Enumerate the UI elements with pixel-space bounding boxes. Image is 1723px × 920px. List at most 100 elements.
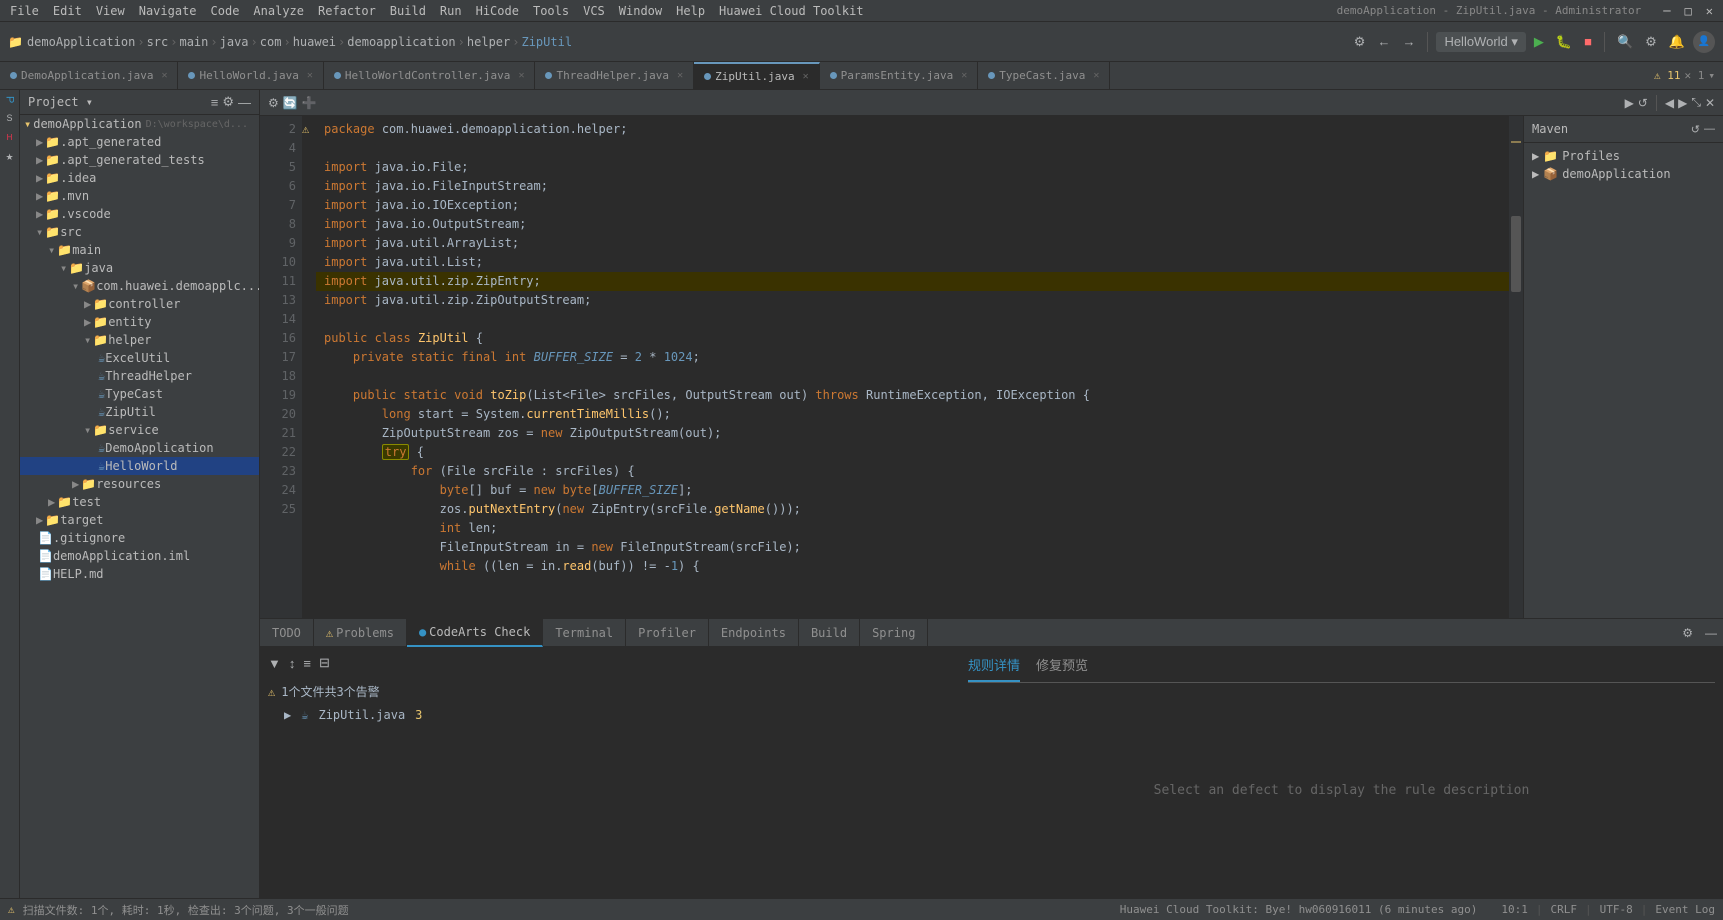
window-minimize[interactable]: ─	[1657, 2, 1676, 20]
menu-item-analyze[interactable]: Analyze	[247, 2, 310, 20]
huawei-icon[interactable]: H	[3, 131, 17, 144]
event-log[interactable]: Event Log	[1655, 903, 1715, 916]
alert-item-ziputil[interactable]: ▶ ☕ ZipUtil.java 3	[268, 704, 951, 726]
editor-toolbar-settings[interactable]: ⚙	[268, 96, 279, 110]
maven-refresh-btn[interactable]: ↺	[1691, 123, 1700, 136]
structure-icon[interactable]: S	[2, 111, 16, 125]
breadcrumb-huawei[interactable]: huawei	[293, 35, 336, 49]
sidebar-settings-btn[interactable]: ⚙	[222, 94, 234, 110]
menu-item-navigate[interactable]: Navigate	[133, 2, 203, 20]
filter-icon[interactable]: ▼	[268, 656, 281, 671]
menu-item-huawei[interactable]: Huawei Cloud Toolkit	[713, 2, 870, 20]
favorites-icon[interactable]: ★	[1, 150, 17, 165]
tab-spring[interactable]: Spring	[860, 619, 928, 647]
tab-typecast[interactable]: TypeCast.java ✕	[978, 62, 1110, 90]
sort-icon[interactable]: ↕	[289, 656, 296, 671]
tab-endpoints[interactable]: Endpoints	[709, 619, 799, 647]
tree-item-excelutil[interactable]: ☕ ExcelUtil	[20, 349, 259, 367]
menu-item-file[interactable]: File	[4, 2, 45, 20]
breadcrumb-demoapplication[interactable]: demoApplication	[27, 35, 135, 49]
menu-item-refactor[interactable]: Refactor	[312, 2, 382, 20]
tab-build[interactable]: Build	[799, 619, 860, 647]
toolbar-settings[interactable]: ⚙	[1350, 32, 1370, 52]
tab-close[interactable]: ✕	[677, 70, 683, 81]
tree-item-apt-generated[interactable]: ▶ 📁 .apt_generated	[20, 133, 259, 151]
menu-item-build[interactable]: Build	[384, 2, 432, 20]
toolbar-back[interactable]: ←	[1373, 32, 1394, 51]
scroll-thumb[interactable]	[1511, 216, 1521, 291]
tab-close[interactable]: ✕	[961, 70, 967, 81]
breadcrumb-java[interactable]: java	[220, 35, 249, 49]
tree-item-demoapplication-java[interactable]: ☕ DemoApplication	[20, 439, 259, 457]
tab-todo[interactable]: TODO	[260, 619, 314, 647]
breadcrumb-demoapplication2[interactable]: demoapplication	[347, 35, 455, 49]
project-view-icon[interactable]: P	[0, 94, 20, 105]
sidebar-close-btn[interactable]: —	[238, 95, 251, 110]
tab-paramsentity[interactable]: ParamsEntity.java ✕	[820, 62, 979, 90]
menu-item-view[interactable]: View	[90, 2, 131, 20]
window-close[interactable]: ✕	[1700, 2, 1719, 20]
group-icon[interactable]: ≡	[303, 656, 311, 671]
maven-demoapplication[interactable]: ▶ 📦 demoApplication	[1528, 165, 1719, 183]
tree-item-java[interactable]: ▾ 📁 java	[20, 259, 259, 277]
tab-terminal[interactable]: Terminal	[543, 619, 626, 647]
run-button[interactable]: ▶	[1530, 32, 1548, 52]
tab-fix[interactable]: 修复预览	[1036, 655, 1088, 682]
toolbar-gear[interactable]: ⚙	[1641, 32, 1661, 52]
tree-item-helpmd[interactable]: 📄 HELP.md	[20, 565, 259, 583]
tab-ziputil[interactable]: ZipUtil.java ✕	[694, 62, 820, 90]
toolbar-search[interactable]: 🔍	[1613, 32, 1637, 52]
toolbar-avatar[interactable]: 👤	[1693, 31, 1715, 53]
editor-toolbar-run[interactable]: ▶	[1625, 96, 1634, 110]
tree-item-com-huawei[interactable]: ▾ 📦 com.huawei.demoapplc...	[20, 277, 259, 295]
tree-item-controller[interactable]: ▶ 📁 controller	[20, 295, 259, 313]
code-content[interactable]: package com.huawei.demoapplication.helpe…	[316, 116, 1509, 618]
tab-close[interactable]: ✕	[161, 70, 167, 81]
tree-item-demoapplication[interactable]: ▾ demoApplication D:\workspace\d...	[20, 115, 259, 133]
menu-item-edit[interactable]: Edit	[47, 2, 88, 20]
toolbar-forward[interactable]: →	[1398, 32, 1419, 51]
breadcrumb-ziputil[interactable]: ZipUtil	[521, 35, 572, 49]
editor-toolbar-add[interactable]: ➕	[302, 96, 317, 110]
run-config-selector[interactable]: HelloWorld ▾	[1436, 32, 1525, 52]
breadcrumb-main[interactable]: main	[179, 35, 208, 49]
bottom-panel-close[interactable]: —	[1699, 626, 1723, 640]
tree-item-typecast[interactable]: ☕ TypeCast	[20, 385, 259, 403]
tree-item-mvn[interactable]: ▶ 📁 .mvn	[20, 187, 259, 205]
tab-close[interactable]: ✕	[803, 71, 809, 82]
tree-item-service[interactable]: ▾ 📁 service	[20, 421, 259, 439]
debug-button[interactable]: 🐛	[1552, 32, 1576, 52]
tree-item-target[interactable]: ▶ 📁 target	[20, 511, 259, 529]
menu-item-help[interactable]: Help	[670, 2, 711, 20]
breadcrumb-src[interactable]: src	[147, 35, 169, 49]
editor-toolbar-sync[interactable]: 🔄	[283, 96, 298, 110]
breadcrumb-com[interactable]: com	[260, 35, 282, 49]
collapse-all-icon[interactable]: ⊟	[319, 655, 330, 671]
tree-item-test[interactable]: ▶ 📁 test	[20, 493, 259, 511]
tab-close[interactable]: ✕	[518, 70, 524, 81]
menu-item-vcs[interactable]: VCS	[577, 2, 611, 20]
menu-item-run[interactable]: Run	[434, 2, 468, 20]
tab-problems[interactable]: ⚠ Problems	[314, 619, 407, 647]
tree-item-idea[interactable]: ▶ 📁 .idea	[20, 169, 259, 187]
menu-item-tools[interactable]: Tools	[527, 2, 575, 20]
tab-codearts[interactable]: ● CodeArts Check	[407, 619, 543, 647]
tree-item-src[interactable]: ▾ 📁 src	[20, 223, 259, 241]
tab-helloworldcontroller[interactable]: HelloWorldController.java ✕	[324, 62, 536, 90]
maven-profiles[interactable]: ▶ 📁 Profiles	[1528, 147, 1719, 165]
tree-item-apt-generated-tests[interactable]: ▶ 📁 .apt_generated_tests	[20, 151, 259, 169]
tree-item-gitignore[interactable]: 📄 .gitignore	[20, 529, 259, 547]
sidebar-collapse-btn[interactable]: ≡	[211, 95, 219, 110]
breadcrumb-helper[interactable]: helper	[467, 35, 510, 49]
tree-item-helper[interactable]: ▾ 📁 helper	[20, 331, 259, 349]
maven-collapse-btn[interactable]: —	[1704, 123, 1715, 135]
tree-item-resources[interactable]: ▶ 📁 resources	[20, 475, 259, 493]
tree-item-ziputil[interactable]: ☕ ZipUtil	[20, 403, 259, 421]
tab-close[interactable]: ✕	[307, 70, 313, 81]
window-maximize[interactable]: □	[1679, 2, 1698, 20]
stop-button[interactable]: ■	[1580, 32, 1596, 51]
editor-toolbar-refresh[interactable]: ↺	[1638, 96, 1648, 110]
tree-item-vscode[interactable]: ▶ 📁 .vscode	[20, 205, 259, 223]
tab-profiler[interactable]: Profiler	[626, 619, 709, 647]
editor-toolbar-right[interactable]: ▶	[1678, 96, 1687, 110]
